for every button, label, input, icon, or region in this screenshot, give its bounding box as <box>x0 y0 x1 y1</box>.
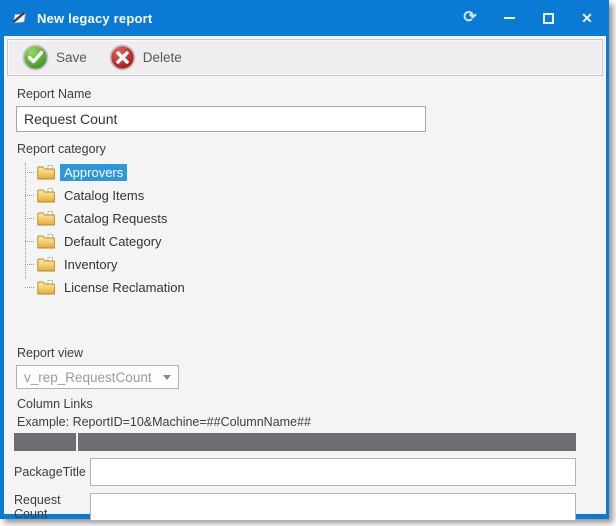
column-link-row: Request Count <box>14 493 576 521</box>
column-links-label: Column Links <box>17 397 594 411</box>
report-view-label: Report view <box>17 346 594 360</box>
toolbar: Save Delete <box>7 39 603 76</box>
minimize-icon <box>504 17 515 19</box>
tree-item-inventory[interactable]: Inventory <box>25 253 594 276</box>
column-links-header <box>14 433 576 451</box>
close-button[interactable]: ✕ <box>579 10 595 26</box>
folder-icon <box>37 234 55 249</box>
folder-icon <box>37 280 55 295</box>
report-view-dropdown[interactable]: v_rep_RequestCount <box>16 365 179 389</box>
row-label-request-count: Request Count <box>14 493 90 521</box>
tree-connector <box>25 287 34 288</box>
tree-connector <box>25 218 34 219</box>
refresh-button[interactable]: ⟳ <box>462 10 478 26</box>
tree-item-catalog-items[interactable]: Catalog Items <box>25 184 594 207</box>
report-category-label: Report category <box>17 142 594 156</box>
save-check-icon <box>22 44 49 71</box>
report-name-input[interactable] <box>16 106 426 132</box>
title-bar: New legacy report ⟳ ✕ <box>0 0 609 36</box>
delete-label: Delete <box>143 50 182 65</box>
request-count-input[interactable] <box>90 493 576 521</box>
tree-item-catalog-requests[interactable]: Catalog Requests <box>25 207 594 230</box>
tree-item-approvers[interactable]: Approvers <box>25 161 594 184</box>
tree-connector <box>25 172 34 173</box>
packagetitle-input[interactable] <box>90 458 576 486</box>
report-category-tree: Approvers Catalog Items Catalog Requests <box>25 161 594 299</box>
save-label: Save <box>56 50 87 65</box>
maximize-icon <box>543 13 554 24</box>
tree-item-license-reclamation[interactable]: License Reclamation <box>25 276 594 299</box>
tree-item-label: Catalog Items <box>60 187 148 204</box>
row-label-packagetitle: PackageTitle <box>14 465 90 479</box>
delete-x-icon <box>109 44 136 71</box>
folder-icon <box>37 165 55 180</box>
report-name-label: Report Name <box>17 87 594 101</box>
tree-item-label: Approvers <box>60 164 127 181</box>
dialog-window: New legacy report ⟳ ✕ Save Delete Report… <box>0 0 609 519</box>
tree-connector <box>25 241 34 242</box>
column-links-example: Example: ReportID=10&Machine=##ColumnNam… <box>17 415 594 429</box>
chevron-down-icon <box>163 375 171 380</box>
tree-item-label: License Reclamation <box>60 279 189 296</box>
delete-button[interactable]: Delete <box>105 42 186 73</box>
maximize-button[interactable] <box>540 10 556 26</box>
save-button[interactable]: Save <box>18 42 91 73</box>
header-cell-value <box>78 433 576 451</box>
report-note-icon <box>9 9 29 27</box>
tree-connector <box>25 264 34 265</box>
report-view-value: v_rep_RequestCount <box>24 370 163 385</box>
tree-item-label: Default Category <box>60 233 166 250</box>
tree-item-label: Inventory <box>60 256 121 273</box>
dialog-content: Report Name Report category Approvers Ca… <box>4 87 606 521</box>
folder-icon <box>37 188 55 203</box>
window-title: New legacy report <box>37 11 152 26</box>
folder-icon <box>37 211 55 226</box>
minimize-button[interactable] <box>501 10 517 26</box>
window-controls: ⟳ ✕ <box>462 10 595 26</box>
tree-item-label: Catalog Requests <box>60 210 171 227</box>
tree-item-default-category[interactable]: Default Category <box>25 230 594 253</box>
folder-icon <box>37 257 55 272</box>
tree-connector <box>25 195 34 196</box>
header-cell-label <box>14 433 76 451</box>
column-link-row: PackageTitle <box>14 458 576 486</box>
